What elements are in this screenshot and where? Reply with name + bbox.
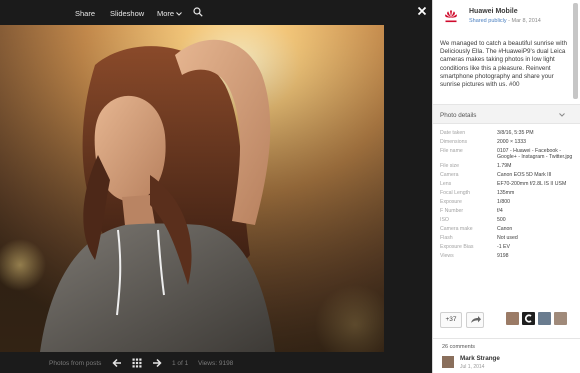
detail-value: 135mm: [497, 190, 515, 197]
photo-viewer: Share Slideshow More Photos from posts 1…: [0, 0, 432, 373]
detail-row: File size 1.79M: [440, 163, 576, 169]
main-photo: [0, 25, 384, 352]
detail-row: Views 9198: [440, 253, 576, 259]
viewer-bottom-bar: Photos from posts 1 of 1 Views: 9198: [0, 352, 432, 373]
photo-details-title: Photo details: [440, 112, 477, 119]
detail-row: ISO 500: [440, 217, 576, 223]
detail-value: Canon: [497, 226, 513, 233]
photo-details-header[interactable]: Photo details: [433, 104, 580, 124]
detail-label: Views: [440, 253, 454, 260]
detail-label: Flash: [440, 235, 453, 242]
avatar[interactable]: [554, 312, 567, 325]
more-label: More: [157, 9, 175, 18]
grid-icon[interactable]: [132, 358, 142, 368]
avatar[interactable]: [538, 312, 551, 325]
share-button[interactable]: Share: [75, 9, 95, 18]
detail-value: 3/8/16, 5:35 PM: [497, 130, 534, 136]
detail-row: Focal Length 135mm: [440, 190, 576, 196]
arrow-left-icon[interactable]: [112, 358, 122, 368]
detail-value: -1 EV: [497, 244, 510, 251]
chevron-down-icon: [559, 113, 565, 117]
detail-label: ISO: [440, 217, 449, 224]
views-count: Views: 9198: [198, 360, 234, 367]
detail-label: Exposure: [440, 199, 462, 206]
detail-label: File size: [440, 163, 460, 170]
chevron-down-icon: [176, 11, 182, 16]
detail-label: Lens: [440, 181, 452, 188]
detail-row: Dimensions 2000 × 1333: [440, 139, 576, 145]
detail-row: Exposure Bias -1 EV: [440, 244, 576, 250]
huawei-logo-icon[interactable]: [443, 9, 459, 25]
post-date[interactable]: Mar 8, 2014: [512, 18, 541, 24]
post-meta: Shared publicly - Mar 8, 2014: [469, 18, 541, 24]
plus-one-button[interactable]: +37: [440, 312, 462, 328]
more-menu-button[interactable]: More: [157, 9, 182, 18]
detail-row: File name 0107 - Huawei - Facebook - Goog…: [440, 148, 576, 161]
viewer-toolbar: Share Slideshow More: [0, 0, 432, 24]
avatar-logo-icon: [524, 314, 532, 323]
detail-row: Exposure 1/800: [440, 199, 576, 205]
comment-date: Jul 1, 2014: [460, 364, 485, 370]
photo-counter: 1 of 1: [172, 360, 189, 367]
commenter-name[interactable]: Mark Strange: [460, 355, 500, 362]
detail-label: F Number: [440, 208, 464, 215]
detail-label: Exposure Bias: [440, 244, 474, 251]
detail-label: File name: [440, 148, 463, 154]
detail-value: 2000 × 1333: [497, 139, 526, 145]
detail-label: Focal Length: [440, 190, 470, 197]
detail-row: Flash Not used: [440, 235, 576, 241]
detail-row: F Number f/4: [440, 208, 576, 214]
share-arrow-icon: [471, 316, 481, 323]
detail-row: Camera Canon EOS 5D Mark III: [440, 172, 576, 178]
detail-value: f/4: [497, 208, 503, 215]
detail-label: Date taken: [440, 130, 466, 136]
post-body: We managed to catch a beautiful sunrise …: [440, 40, 567, 89]
photos-from-posts-link[interactable]: Photos from posts: [49, 360, 101, 367]
detail-row: Camera make Canon: [440, 226, 576, 232]
detail-value: 1/800: [497, 199, 510, 206]
detail-value: 500: [497, 217, 506, 224]
detail-label: Camera make: [440, 226, 473, 233]
avatar[interactable]: [442, 356, 454, 368]
slideshow-button[interactable]: Slideshow: [110, 9, 144, 18]
arrow-right-icon[interactable]: [152, 358, 162, 368]
post-actions: +37: [440, 310, 576, 330]
detail-value: Not used: [497, 235, 518, 242]
detail-value: 9198: [497, 253, 509, 260]
detail-label: Dimensions: [440, 139, 468, 145]
close-icon[interactable]: [417, 6, 427, 16]
post-side-panel: Huawei Mobile Shared publicly - Mar 8, 2…: [432, 0, 580, 373]
detail-row: Lens EF70-200mm f/2.8L IS II USM: [440, 181, 576, 187]
comments-count[interactable]: 26 comments: [442, 344, 475, 350]
detail-value: EF70-200mm f/2.8L IS II USM: [497, 181, 567, 188]
post-header: Huawei Mobile Shared publicly - Mar 8, 2…: [433, 0, 580, 32]
detail-row: Date taken 3/8/16, 5:35 PM: [440, 130, 576, 136]
reshare-button[interactable]: [466, 312, 484, 328]
photo-details-list: Date taken 3/8/16, 5:35 PM Dimensions 2000…: [440, 130, 576, 262]
author-name[interactable]: Huawei Mobile: [469, 8, 518, 15]
portrait-photo-image: [0, 25, 384, 352]
avatar[interactable]: [522, 312, 535, 325]
plusoners-avatars: [506, 312, 567, 325]
detail-value: 1.79M: [497, 163, 512, 170]
detail-label: Camera: [440, 172, 459, 179]
detail-value: 0107 - Huawei - Facebook - Google+ - Ins…: [497, 148, 573, 161]
avatar[interactable]: [506, 312, 519, 325]
detail-value: Canon EOS 5D Mark III: [497, 172, 552, 179]
shared-publicly-link[interactable]: Shared publicly: [469, 18, 507, 24]
comments-section: 26 comments Mark Strange Jul 1, 2014: [433, 338, 580, 373]
search-icon[interactable]: [193, 7, 203, 17]
panel-scrollbar[interactable]: [573, 3, 578, 99]
